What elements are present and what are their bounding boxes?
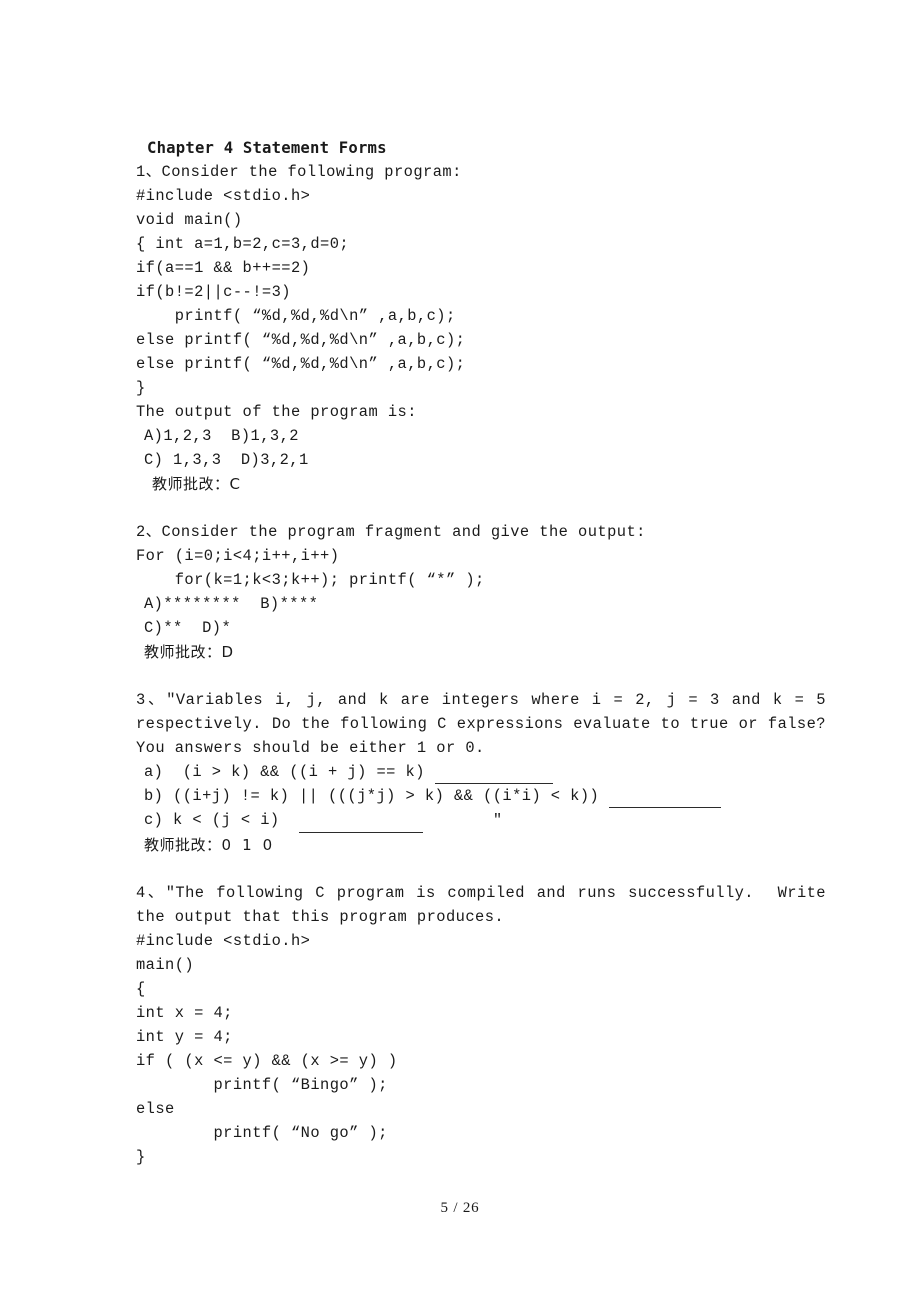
question-3-subitem-b-expression: ((i+j) != k) || (((j*j) > k) && ((i*i) <… <box>163 787 600 805</box>
question-1-code-line: { int a=1,b=2,c=3,d=0; <box>136 235 350 253</box>
question-4-code-line: #include <stdio.h> <box>136 932 311 950</box>
question-3-answer-blank-b[interactable] <box>608 793 721 808</box>
question-1-code-line: printf( “%d,%d,%d\n” ,a,b,c); <box>136 307 456 325</box>
question-4-code-line: else <box>136 1100 175 1118</box>
question-4-code-line: int y = 4; <box>136 1028 233 1046</box>
question-3-prompt: 3、″Variables i, j, and k are integers wh… <box>136 691 836 757</box>
question-3-subitem-a-expression: (i > k) && ((i + j) == k) <box>163 763 425 781</box>
question-3-answer-blank-c[interactable] <box>298 818 423 833</box>
question-3-subitem-b-label: b) <box>144 787 164 805</box>
page-number-footer: 5 / 26 <box>440 1200 480 1216</box>
question-2-teacher-note: 教师批改：D <box>144 643 234 661</box>
question-3-subitem-a-label: a) <box>144 763 164 781</box>
question-3-closing-quote: ″ <box>492 812 503 829</box>
question-3-subitem-c-expression: k < (j < i) <box>163 811 280 829</box>
question-4-code-line: if ( (x <= y) && (x >= y) ) <box>136 1052 398 1070</box>
document-page: Chapter 4 Statement Forms 1、Consider the… <box>0 0 920 1302</box>
question-3-subitem-c: c) k < (j < i) ″ <box>136 808 826 833</box>
question-3-subitem-b: b) ((i+j) != k) || (((j*j) > k) && ((i*i… <box>136 784 826 808</box>
question-3-teacher-note: 教师批改：0 1 0 <box>144 836 273 854</box>
question-2-code-line: For (i=0;i<4;i++,i++) <box>136 547 340 565</box>
question-2-code-line: for(k=1;k<3;k++); printf( “*” ); <box>136 571 485 589</box>
question-1-code-line: void main() <box>136 211 243 229</box>
question-1-code-line: if(a==1 && b++==2) <box>136 259 311 277</box>
question-1-options-row-1: A)1,2,3 B)1,3,2 <box>144 427 299 445</box>
question-4-code-line: int x = 4; <box>136 1004 233 1022</box>
question-2-prompt: 2、Consider the program fragment and give… <box>136 523 646 541</box>
question-4-code-line: { <box>136 980 146 998</box>
question-1-teacher-note: 教师批改：C <box>152 475 241 493</box>
question-2-options-row-1: A)******** B)**** <box>144 595 319 613</box>
question-4-prompt: 4、″The following C program is compiled a… <box>136 884 836 926</box>
question-1-code-line: } <box>136 379 146 397</box>
question-4-code-line: printf( “Bingo” ); <box>136 1076 388 1094</box>
question-4-code-line: main() <box>136 956 195 974</box>
question-1-code-line: else printf( “%d,%d,%d\n” ,a,b,c); <box>136 331 466 349</box>
question-3-subitem-c-label: c) <box>144 811 164 829</box>
question-1-prompt: 1、Consider the following program: <box>136 163 462 181</box>
page-title: Chapter 4 Statement Forms <box>147 139 387 157</box>
question-1-options-row-2: C) 1,3,3 D)3,2,1 <box>144 451 309 469</box>
question-4-code-line: } <box>136 1148 146 1166</box>
question-3-answer-blank-a[interactable] <box>434 769 553 784</box>
question-2-options-row-2: C)** D)* <box>144 619 232 637</box>
question-1-code-line: if(b!=2||c--!=3) <box>136 283 291 301</box>
document-body: Chapter 4 Statement Forms 1、Consider the… <box>136 136 826 1169</box>
question-1-code-line: else printf( “%d,%d,%d\n” ,a,b,c); <box>136 355 466 373</box>
question-4-code-line: printf( “No go” ); <box>136 1124 388 1142</box>
question-3-subitem-a: a) (i > k) && ((i + j) == k) <box>136 760 826 784</box>
question-1-code-line: #include <stdio.h> <box>136 187 311 205</box>
question-1-output-label: The output of the program is: <box>136 403 417 421</box>
